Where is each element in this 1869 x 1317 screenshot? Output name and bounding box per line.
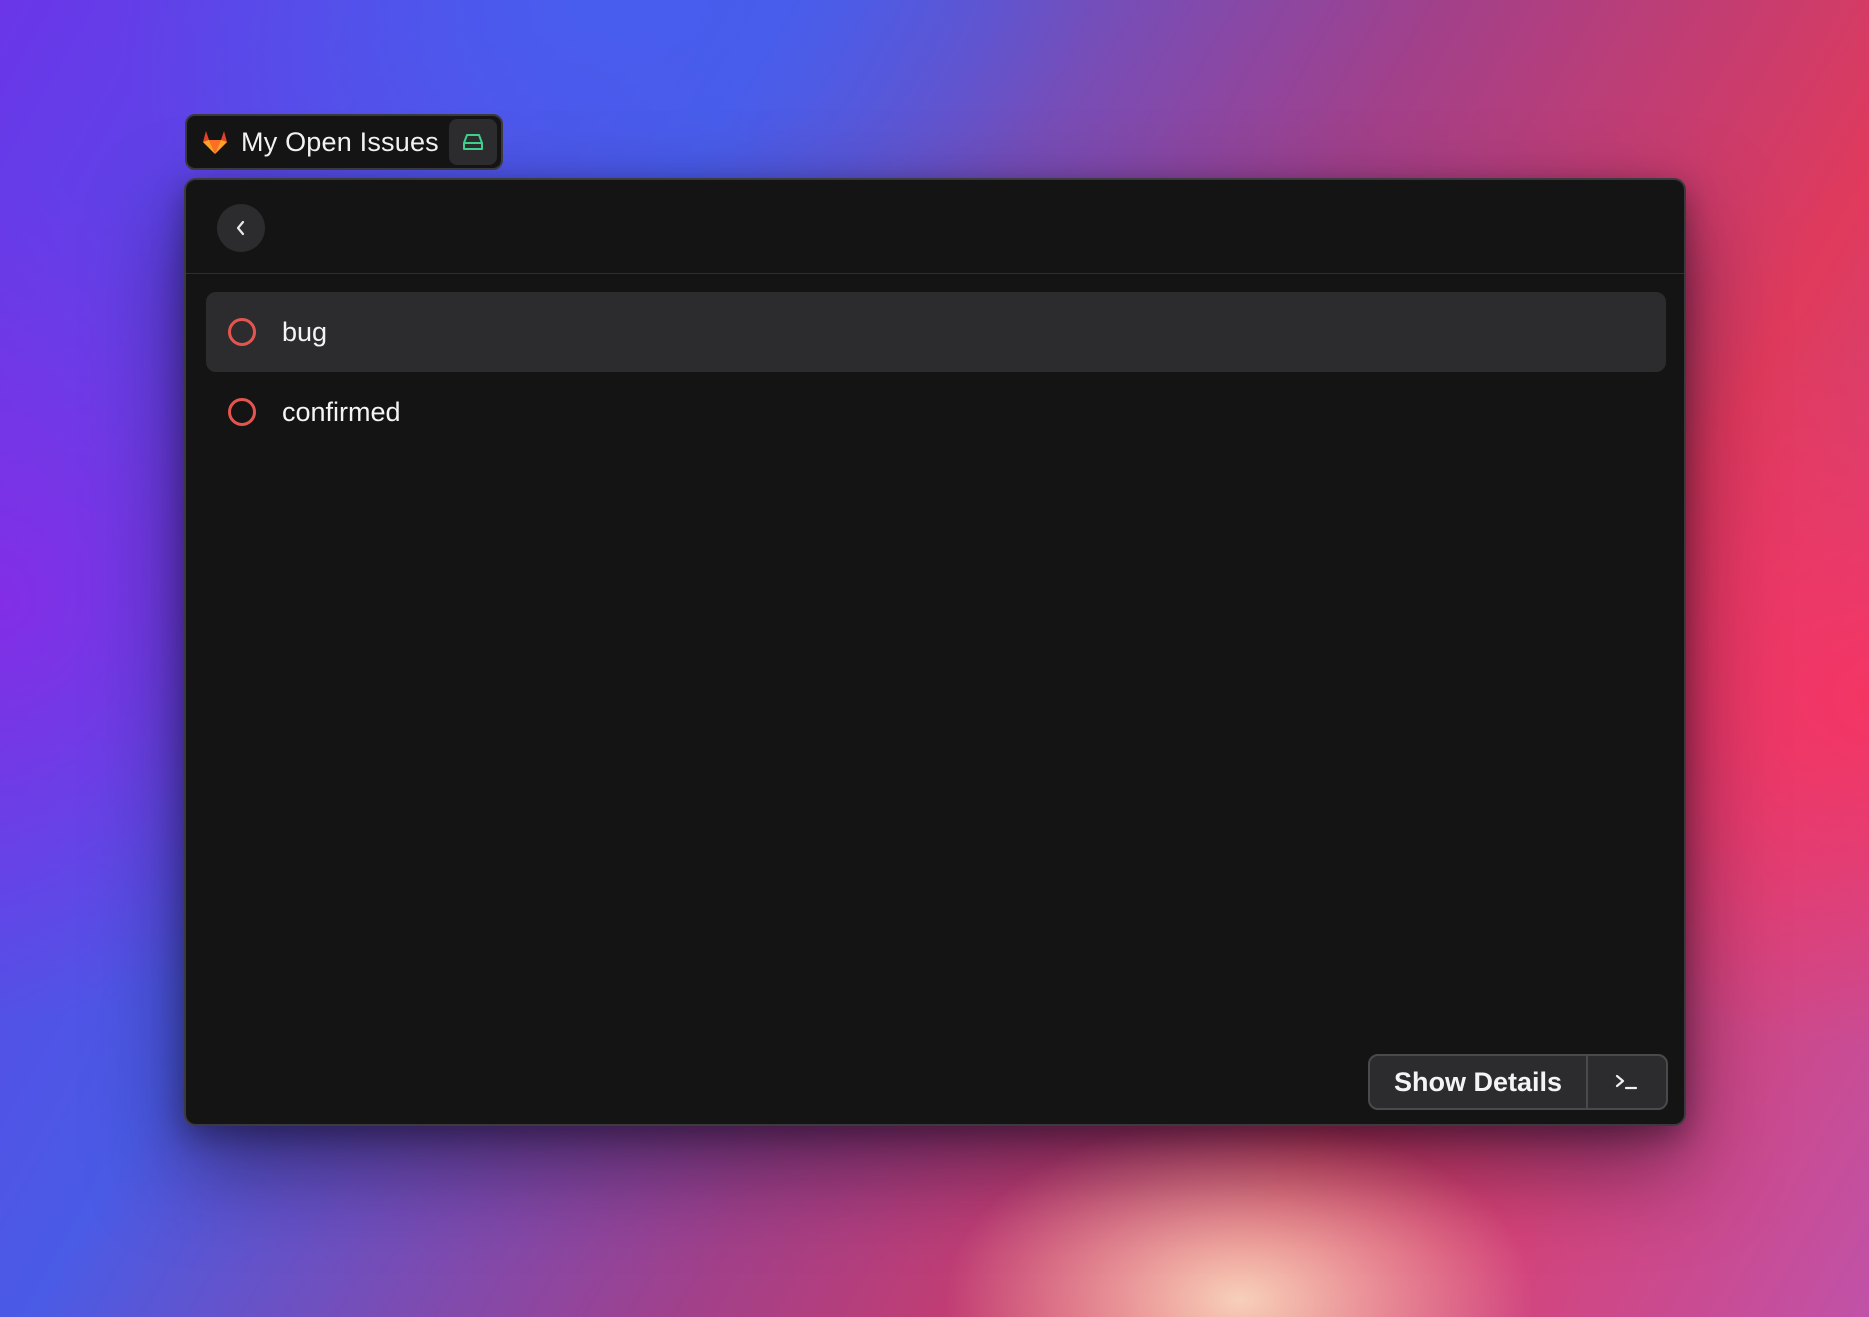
command-title-bar: My Open Issues [185,114,503,170]
inbox-button[interactable] [449,119,497,165]
terminal-button[interactable] [1588,1056,1666,1108]
open-issue-circle-icon [228,318,256,346]
back-button[interactable] [217,204,265,252]
list-item-label: bug [282,316,328,347]
action-bar: Show Details [1367,1054,1668,1110]
open-issue-circle-icon [228,398,256,426]
list-item[interactable]: bug [206,292,1666,372]
list-item-label: confirmed [282,396,401,427]
main-window: bug confirmed Show Details [184,178,1686,1126]
terminal-icon [1615,1074,1638,1090]
inbox-icon [463,134,483,150]
issue-label-list: bug confirmed [206,292,1666,452]
command-title: My Open Issues [241,126,439,157]
show-details-button[interactable]: Show Details [1370,1056,1588,1108]
list-item[interactable]: confirmed [206,372,1666,452]
toolbar [186,180,1684,274]
chevron-left-icon [236,220,245,236]
gitlab-icon [203,131,227,154]
